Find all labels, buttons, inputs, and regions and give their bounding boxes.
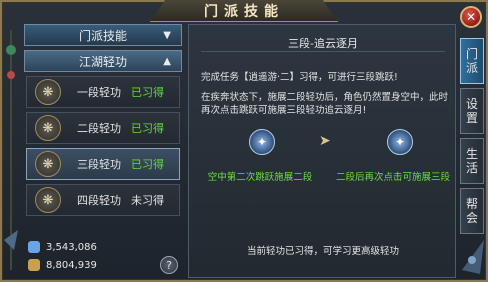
window-title-bar: 门派技能 [150, 0, 338, 22]
skill-status: 已习得 [131, 86, 164, 99]
left-ornament [0, 30, 22, 280]
help-button[interactable]: ? [160, 256, 178, 274]
side-tabs: 门 派 设 置 生 活 帮 会 [460, 38, 484, 238]
category-sect-skills[interactable]: 门派技能 ▼ [24, 24, 182, 46]
chevron-down-icon: ▼ [163, 29, 171, 41]
caption-left: 空中第二次跳跃施展二段 [207, 172, 313, 183]
skill-item-3[interactable]: ❋ 三段轻功 已习得 [26, 148, 180, 180]
tab-char: 会 [465, 211, 478, 225]
tab-guild[interactable]: 帮 会 [460, 188, 484, 234]
skill-status: 已习得 [131, 158, 164, 171]
close-icon: ✕ [465, 10, 477, 24]
caption-right: 二段后再次点击可施展三段 [335, 172, 450, 183]
skill-icon: ❋ [35, 187, 61, 213]
resource-row-1: 3,543,086 [28, 240, 178, 254]
resource-value: 3,543,086 [46, 241, 97, 253]
skill-name: 四段轻功 [77, 194, 121, 207]
category-qinggong[interactable]: 江湖轻功 ▲ [24, 50, 182, 72]
tab-settings[interactable]: 设 置 [460, 88, 484, 134]
skill-icon: ❋ [35, 151, 61, 177]
tab-char: 活 [465, 161, 478, 175]
category-label: 江湖轻功 [78, 54, 127, 69]
skill-item-2[interactable]: ❋ 二段轻功 已习得 [26, 112, 180, 144]
skill-name: 三段轻功 [77, 158, 121, 171]
close-button[interactable]: ✕ [460, 6, 482, 28]
skill-item-1[interactable]: ❋ 一段轻功 已习得 [26, 76, 180, 108]
skill-name: 二段轻功 [77, 122, 121, 135]
detail-title: 三段-追云逐月 [288, 37, 358, 50]
window-title: 门派技能 [204, 3, 284, 20]
jump-stage-2-icon: ✦ [249, 129, 275, 155]
skill-status: 未习得 [131, 194, 164, 207]
resource-row-2: 8,804,939 [28, 258, 178, 272]
skill-item-4[interactable]: ❋ 四段轻功 未习得 [26, 184, 180, 216]
tab-char: 设 [465, 97, 478, 111]
crystal-icon [28, 241, 40, 253]
coin-icon [28, 259, 40, 271]
detail-requirement: 完成任务【逍遥游·二】习得，可进行三段跳跃! [201, 72, 398, 83]
tab-sect[interactable]: 门 派 [460, 38, 484, 84]
skill-icon: ❋ [35, 79, 61, 105]
skill-name: 一段轻功 [77, 86, 121, 99]
skill-detail-panel: 三段-追云逐月 完成任务【逍遥游·二】习得，可进行三段跳跃! 在疾奔状态下，施展… [188, 24, 456, 278]
resource-value: 8,804,939 [46, 259, 97, 271]
detail-footer: 当前轻功已习得，可学习更高级轻功 [246, 246, 399, 257]
arrow-right-icon: ➤ [319, 133, 331, 149]
divider [201, 51, 445, 52]
chevron-up-icon: ▲ [163, 55, 171, 67]
skill-list-panel: 门派技能 ▼ 江湖轻功 ▲ ❋ 一段轻功 已习得 ❋ 二段轻功 已习得 ❋ 三段… [24, 24, 182, 278]
tab-char: 门 [465, 47, 478, 61]
skill-icon: ❋ [35, 115, 61, 141]
right-ornament [458, 230, 488, 282]
detail-description: 在疾奔状态下，施展二段轻功后，角色仍然置身空中，此时再次点击跳跃可施展三段轻功追… [201, 92, 449, 116]
jump-stage-3-icon: ✦ [387, 129, 413, 155]
tab-char: 帮 [465, 197, 478, 211]
tab-char: 生 [465, 147, 478, 161]
question-icon: ? [166, 258, 172, 272]
tab-life[interactable]: 生 活 [460, 138, 484, 184]
tab-char: 置 [465, 111, 478, 125]
category-label: 门派技能 [78, 28, 127, 43]
skill-status: 已习得 [131, 122, 164, 135]
tab-char: 派 [465, 61, 478, 75]
